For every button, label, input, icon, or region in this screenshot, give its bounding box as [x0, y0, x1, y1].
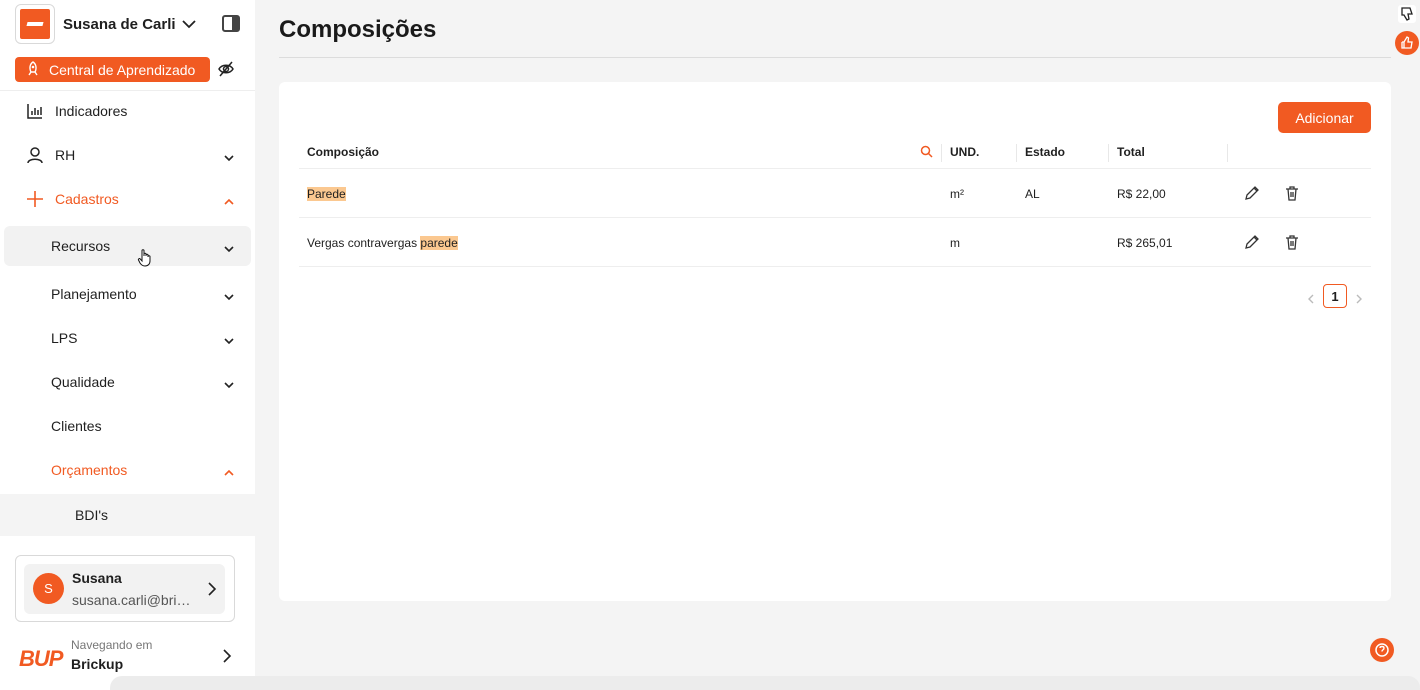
column-header-composicao: Composição: [307, 145, 380, 159]
und-cell: m: [950, 236, 960, 250]
page-number-current[interactable]: 1: [1323, 284, 1347, 308]
sidebar-item-label: Recursos: [51, 238, 111, 254]
thumbs-down-icon[interactable]: [1398, 5, 1416, 23]
plus-icon: [26, 190, 44, 208]
workspace-name: Brickup: [71, 656, 124, 672]
content-card: Adicionar Composição UND. Estado Total P…: [279, 82, 1391, 601]
sidebar-item-label: Qualidade: [51, 374, 115, 390]
divider: [279, 57, 1391, 58]
sidebar-item-label: RH: [55, 147, 76, 163]
add-button[interactable]: Adicionar: [1278, 102, 1371, 133]
bottom-bar: [110, 676, 1420, 690]
sidebar-item-label: Clientes: [51, 418, 102, 434]
column-header-estado: Estado: [1025, 145, 1066, 159]
sidebar-item-bdis[interactable]: BDI's: [0, 494, 255, 536]
pagination: 1: [1303, 284, 1371, 308]
und-cell: m²: [950, 187, 964, 201]
column-divider: [1227, 144, 1228, 162]
chevron-down-icon: [224, 150, 234, 162]
chevron-down-icon: [224, 333, 234, 345]
workspace-switcher[interactable]: BUP Navegando em Brickup: [15, 632, 240, 682]
rocket-icon: [25, 61, 41, 77]
bar-chart-icon: [26, 102, 44, 120]
org-switcher[interactable]: Susana de Carli: [15, 4, 245, 44]
user-profile[interactable]: S Susana susana.carli@brickup.com.br: [24, 564, 225, 614]
search-icon[interactable]: [920, 145, 933, 158]
sidebar-item-label: BDI's: [75, 507, 109, 523]
composicao-cell: Parede: [307, 187, 346, 201]
chevron-down-icon: [224, 289, 234, 301]
thumbs-up-icon[interactable]: [1395, 31, 1419, 55]
org-logo: [15, 4, 55, 44]
total-cell: R$ 265,01: [1117, 236, 1173, 250]
sidebar-item-label: LPS: [51, 330, 78, 346]
column-divider: [941, 144, 942, 162]
hand-cursor-icon: [137, 248, 153, 268]
sidebar-item-label: Orçamentos: [51, 462, 128, 478]
edit-icon[interactable]: [1244, 234, 1260, 250]
table-row[interactable]: Vergas contravergas parede m R$ 265,01: [299, 218, 1371, 267]
table-row[interactable]: Parede m² AL R$ 22,00: [299, 169, 1371, 218]
learning-center-label: Central de Aprendizado: [49, 61, 196, 78]
sidebar-item-clientes[interactable]: Clientes: [4, 406, 251, 446]
column-divider: [1108, 144, 1109, 162]
brand-logo: BUP: [19, 646, 63, 671]
sidebar-nav: Indicadores RH Cadastros Recursos Planej…: [0, 90, 255, 538]
user-icon: [26, 146, 44, 164]
column-header-und: UND.: [950, 145, 980, 159]
search-highlight: Parede: [307, 187, 346, 201]
chevron-right-icon: [222, 648, 232, 664]
sidebar-item-qualidade[interactable]: Qualidade: [4, 362, 251, 402]
chat-help-icon[interactable]: [1370, 638, 1394, 662]
chevron-right-icon[interactable]: [1355, 291, 1363, 304]
sidebar-item-label: Planejamento: [51, 286, 137, 302]
sidebar-toggle-icon[interactable]: [222, 15, 240, 32]
column-divider: [1016, 144, 1017, 162]
org-name: Susana de Carli: [63, 15, 176, 33]
chevron-down-icon: [224, 377, 234, 389]
user-card[interactable]: S Susana susana.carli@brickup.com.br: [15, 555, 235, 622]
sidebar-item-cadastros[interactable]: Cadastros: [4, 179, 251, 219]
eye-off-icon[interactable]: [217, 60, 235, 78]
avatar: S: [33, 573, 64, 604]
column-header-total: Total: [1117, 145, 1145, 159]
chevron-up-icon: [224, 194, 234, 205]
chevron-right-icon: [207, 581, 217, 597]
sidebar-item-label: Cadastros: [55, 191, 119, 207]
composicao-text: Vergas contravergas: [307, 236, 421, 250]
workspace-subtitle: Navegando em: [71, 638, 153, 652]
user-email: susana.carli@brickup.com.br: [72, 592, 192, 608]
sidebar-item-orcamentos[interactable]: Orçamentos: [4, 450, 251, 490]
search-highlight: parede: [420, 236, 458, 250]
chevron-up-icon: [224, 465, 234, 476]
delete-icon[interactable]: [1284, 234, 1300, 250]
sidebar-item-lps[interactable]: LPS: [4, 318, 251, 358]
learning-center-button[interactable]: Central de Aprendizado: [15, 57, 210, 82]
sidebar: Susana de Carli Central de Aprendizado I…: [0, 0, 255, 690]
delete-icon[interactable]: [1284, 185, 1300, 201]
composicao-cell: Vergas contravergas parede: [307, 236, 458, 250]
chevron-left-icon[interactable]: [1307, 291, 1315, 304]
total-cell: R$ 22,00: [1117, 187, 1166, 201]
chevron-down-icon: [181, 17, 196, 31]
estado-cell: AL: [1025, 187, 1040, 201]
user-name: Susana: [72, 570, 122, 586]
edit-icon[interactable]: [1244, 185, 1260, 201]
sidebar-item-label: Indicadores: [55, 103, 128, 119]
sidebar-item-indicadores[interactable]: Indicadores: [4, 91, 251, 131]
sidebar-item-rh[interactable]: RH: [4, 135, 251, 175]
sidebar-item-planejamento[interactable]: Planejamento: [4, 274, 251, 314]
sidebar-item-recursos[interactable]: Recursos: [4, 226, 251, 268]
chevron-down-icon: [224, 241, 234, 253]
page-title: Composições: [279, 16, 437, 43]
table-header: Composição UND. Estado Total: [299, 136, 1371, 169]
